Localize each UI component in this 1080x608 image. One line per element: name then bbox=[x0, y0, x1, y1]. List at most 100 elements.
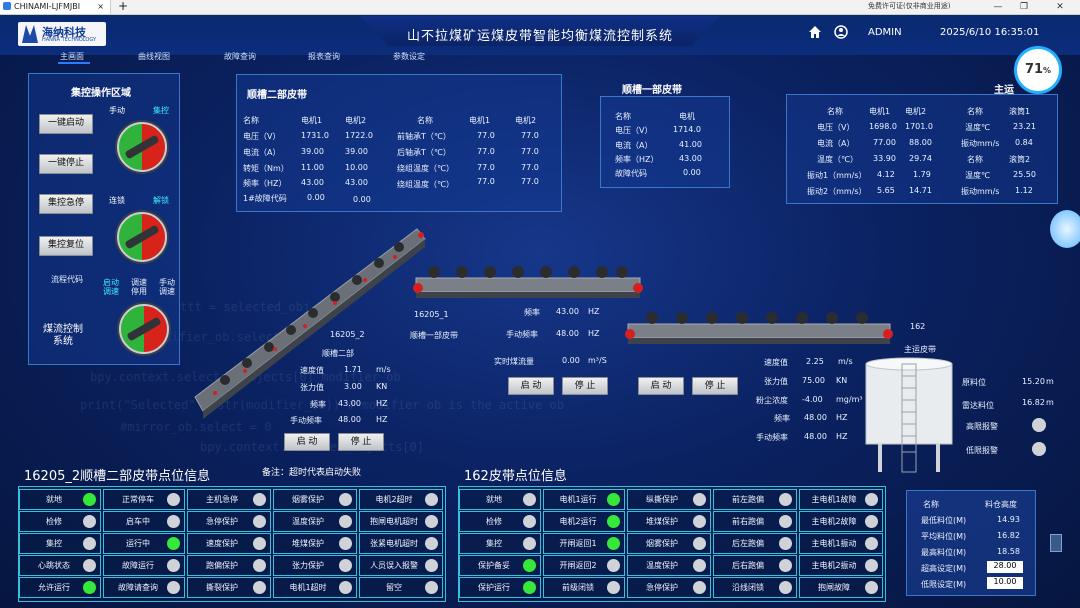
emergency-stop-button[interactable]: 集控急停 bbox=[39, 194, 93, 214]
point-cell: 心跳状态 bbox=[19, 555, 101, 576]
col-header: 电机2 bbox=[515, 116, 537, 125]
home-icon[interactable] bbox=[808, 25, 822, 39]
performance-badge[interactable]: 71% bbox=[1014, 46, 1062, 94]
unit: m bbox=[1046, 377, 1054, 386]
value: 1.79 bbox=[913, 170, 931, 179]
status-indicator-off bbox=[339, 493, 352, 506]
points-a-title: 16205_2顺槽二部皮带点位信息 bbox=[24, 469, 211, 484]
status-indicator-off bbox=[693, 493, 706, 506]
belt-1-start-button[interactable]: 启 动 bbox=[508, 377, 554, 395]
row-label: 手动频率 bbox=[506, 330, 538, 339]
col-header: 电机1 bbox=[869, 107, 891, 116]
point-label: 电机1运行 bbox=[559, 495, 597, 504]
point-label: 前左跑偏 bbox=[732, 495, 764, 504]
value: 88.00 bbox=[909, 138, 932, 147]
flow-selector-knob[interactable] bbox=[119, 304, 169, 354]
row-label: 1#故障代码 bbox=[243, 194, 287, 203]
flow-label: 实时煤流量 bbox=[494, 357, 534, 366]
remote-desktop-icon bbox=[3, 2, 11, 10]
nav-reports[interactable]: 报表查询 bbox=[308, 51, 340, 62]
row-label: 温度℃ bbox=[965, 171, 990, 180]
watermark-line: #mirror_ob.select = 0 bbox=[120, 420, 272, 434]
high-alarm-label: 高限报警 bbox=[966, 422, 998, 431]
conveyor-162-graphic bbox=[625, 312, 893, 344]
point-cell: 温度保护 bbox=[273, 511, 357, 532]
belt-2-start-button[interactable]: 启 动 bbox=[284, 433, 330, 451]
minimize-button[interactable]: — bbox=[988, 0, 1008, 14]
point-label: 允许运行 bbox=[38, 583, 70, 592]
value: 43.00 bbox=[556, 307, 579, 316]
belt-2-stop-button[interactable]: 停 止 bbox=[338, 433, 384, 451]
logo-mark-icon bbox=[22, 25, 38, 43]
status-indicator-off bbox=[83, 559, 96, 572]
status-indicator-off bbox=[253, 559, 266, 572]
point-cell: 后左跑偏 bbox=[713, 533, 797, 554]
belt-162-start-button[interactable]: 启 动 bbox=[638, 377, 684, 395]
row-label: 电压（V） bbox=[817, 123, 855, 132]
status-indicator-off bbox=[523, 537, 536, 550]
mode-selector-knob[interactable] bbox=[117, 122, 167, 172]
point-cell: 集控 bbox=[19, 533, 101, 554]
point-cell: 急停保护 bbox=[187, 511, 271, 532]
level-table: 名称 料仓高度 最低料位(M) 14.93 平均料位(M) 16.82 最高料位… bbox=[906, 490, 1036, 596]
new-tab-button[interactable]: + bbox=[118, 0, 128, 13]
status-indicator-off bbox=[693, 515, 706, 528]
point-cell: 人员误入报警 bbox=[359, 555, 443, 576]
col-header: 名称 bbox=[243, 116, 259, 125]
status-indicator-on bbox=[523, 581, 536, 594]
interlock-selector-knob[interactable] bbox=[117, 212, 167, 262]
unit: HZ bbox=[836, 413, 848, 422]
performance-value: 71 bbox=[1024, 62, 1044, 77]
point-label: 温度保护 bbox=[292, 517, 324, 526]
col-header: 电机1 bbox=[301, 116, 323, 125]
maximize-button[interactable]: ❐ bbox=[1014, 0, 1034, 14]
user-icon[interactable] bbox=[834, 25, 848, 39]
reset-button[interactable]: 集控复位 bbox=[39, 236, 93, 256]
browser-tab[interactable]: CHINAMI-LJFMJBI × bbox=[0, 0, 111, 14]
nav-curves[interactable]: 曲线视图 bbox=[138, 51, 170, 62]
point-label: 主电机2故障 bbox=[811, 517, 857, 526]
point-cell: 堆煤保护 bbox=[627, 511, 711, 532]
row-label: 张力值 bbox=[764, 377, 788, 386]
point-label: 堆煤保护 bbox=[646, 517, 678, 526]
point-cell: 开闸返回1 bbox=[543, 533, 625, 554]
central-label: 集控 bbox=[153, 106, 169, 115]
belt-1-stop-button[interactable]: 停 止 bbox=[562, 377, 608, 395]
control-panel: 集控操作区域 一键启动 一键停止 集控急停 集控复位 手动 集控 连锁 解锁 流… bbox=[28, 73, 180, 365]
value: 1701.0 bbox=[905, 122, 933, 131]
point-label: 纵撕保护 bbox=[646, 495, 678, 504]
one-key-stop-button[interactable]: 一键停止 bbox=[39, 154, 93, 174]
status-indicator-off bbox=[339, 559, 352, 572]
user-name: ADMIN bbox=[868, 27, 902, 38]
point-label: 集控 bbox=[486, 539, 502, 548]
status-indicator-off bbox=[83, 515, 96, 528]
tab-close-button[interactable]: × bbox=[97, 0, 104, 14]
unit: HZ bbox=[836, 432, 848, 441]
value: 25.50 bbox=[1013, 170, 1036, 179]
flow-unit: m³/S bbox=[588, 356, 607, 365]
floating-assistant-icon[interactable] bbox=[1050, 210, 1080, 248]
low-setpoint-input[interactable]: 10.00 bbox=[987, 577, 1023, 589]
value: 48.00 bbox=[804, 432, 827, 441]
nav-faults[interactable]: 故障查询 bbox=[224, 51, 256, 62]
high-setpoint-input[interactable]: 28.00 bbox=[987, 561, 1023, 573]
nav-main[interactable]: 主画面 bbox=[60, 51, 84, 62]
belt-162-stop-button[interactable]: 停 止 bbox=[692, 377, 738, 395]
point-cell: 前右跑偏 bbox=[713, 511, 797, 532]
scroll-handle[interactable] bbox=[1050, 534, 1062, 552]
status-indicator-off bbox=[425, 581, 438, 594]
window-close-button[interactable]: ✕ bbox=[1050, 0, 1070, 14]
point-label: 烟雾保护 bbox=[292, 495, 324, 504]
point-label: 前级闭锁 bbox=[562, 583, 594, 592]
point-label: 抱闸电机超时 bbox=[370, 517, 418, 526]
one-key-start-button[interactable]: 一键启动 bbox=[39, 114, 93, 134]
value: -4.00 bbox=[802, 395, 823, 404]
status-indicator-off bbox=[779, 581, 792, 594]
value: 43.00 bbox=[679, 154, 702, 163]
nav-params[interactable]: 参数设定 bbox=[393, 51, 425, 62]
manual-label: 手动 bbox=[109, 106, 125, 115]
status-indicator-off bbox=[253, 537, 266, 550]
point-cell: 撕裂保护 bbox=[187, 577, 271, 598]
point-cell: 检修 bbox=[19, 511, 101, 532]
unit: KN bbox=[836, 376, 848, 385]
